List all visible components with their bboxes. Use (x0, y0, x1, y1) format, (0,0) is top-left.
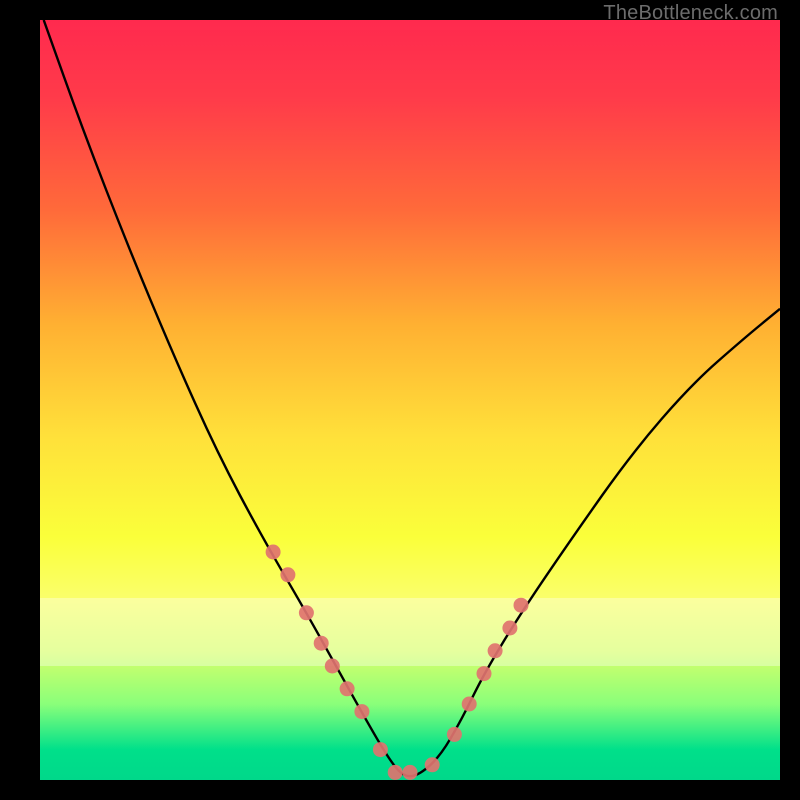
marker-dot (425, 757, 440, 772)
marker-dot (514, 598, 529, 613)
chart-svg (40, 20, 780, 780)
marker-dot (299, 605, 314, 620)
marker-dot (373, 742, 388, 757)
marker-dot (447, 727, 462, 742)
curve-line (44, 20, 780, 776)
attribution-text: TheBottleneck.com (603, 2, 778, 25)
marker-dot (266, 545, 281, 560)
chart-plot-area (40, 20, 780, 780)
marker-dot (354, 704, 369, 719)
marker-dot (314, 636, 329, 651)
marker-dot (388, 765, 403, 780)
marker-dot (280, 567, 295, 582)
marker-dot (502, 621, 517, 636)
marker-dot (325, 659, 340, 674)
curve-markers (266, 545, 529, 780)
marker-dot (462, 697, 477, 712)
marker-dot (477, 666, 492, 681)
marker-dot (340, 681, 355, 696)
marker-dot (403, 765, 418, 780)
marker-dot (488, 643, 503, 658)
